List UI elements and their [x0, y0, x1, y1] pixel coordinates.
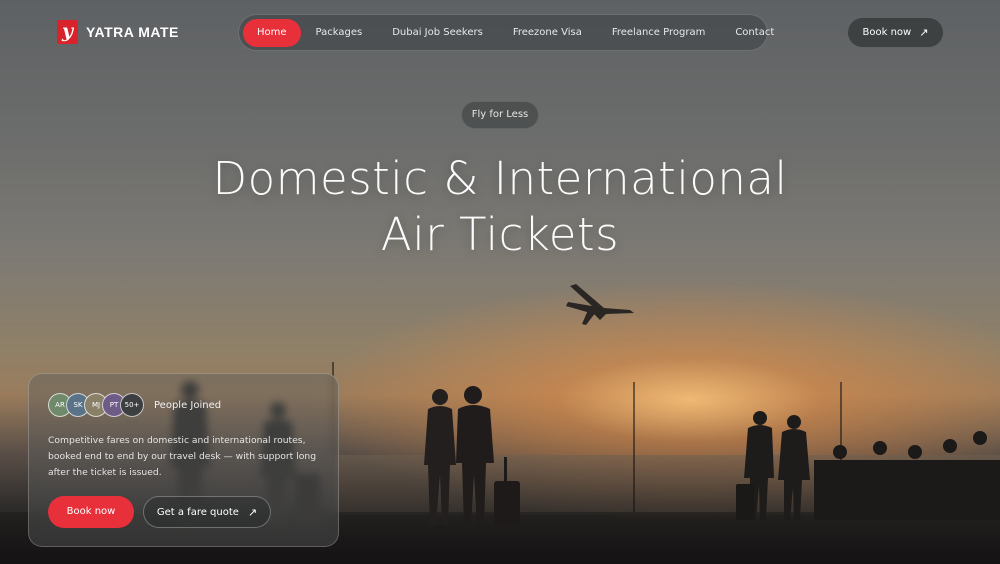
- nav-item-packages[interactable]: Packages: [301, 19, 378, 47]
- avatar-count: 50+: [120, 393, 144, 417]
- people-joined-label: People Joined: [154, 400, 222, 411]
- card-description: Competitive fares on domestic and intern…: [48, 435, 317, 478]
- get-fare-quote-button[interactable]: Get a fare quote ↗: [143, 496, 271, 528]
- main-navigation: Home Packages Dubai Job Seekers Freezone…: [238, 14, 774, 51]
- get-fare-quote-label: Get a fare quote: [156, 506, 239, 518]
- card-book-now-button[interactable]: Book now: [48, 496, 134, 528]
- hero-title-line1: Domestic & International: [212, 152, 788, 205]
- hero-tagline-pill: Fly for Less: [461, 101, 539, 129]
- brand-logo[interactable]: y YATRA MATE: [57, 20, 179, 44]
- window-frame: [633, 382, 635, 512]
- avatar-group: AR SK MJ PT 50+: [48, 393, 144, 417]
- book-now-label: Book now: [862, 27, 912, 38]
- brand-logo-mark: y: [57, 20, 78, 44]
- nav-item-freelance-program[interactable]: Freelance Program: [597, 19, 721, 47]
- travelers-silhouette: [736, 411, 1000, 520]
- nav-item-contact[interactable]: Contact: [720, 19, 789, 47]
- nav-item-dubai-job-seekers[interactable]: Dubai Job Seekers: [377, 19, 498, 47]
- airplane-icon: [566, 284, 634, 325]
- header-book-now-button[interactable]: Book now ↗: [847, 17, 944, 48]
- arrow-up-right-icon: ↗: [247, 505, 258, 519]
- nav-item-home[interactable]: Home: [243, 18, 301, 47]
- travelers-silhouette: [424, 386, 520, 525]
- brand-name: YATRA MATE: [86, 24, 179, 40]
- nav-item-freezone-visa[interactable]: Freezone Visa: [498, 19, 597, 47]
- booking-card: AR SK MJ PT 50+ People Joined Competitiv…: [28, 373, 339, 547]
- hero-title-line2: Air Tickets: [380, 208, 620, 261]
- arrow-up-right-icon: ↗: [919, 26, 929, 39]
